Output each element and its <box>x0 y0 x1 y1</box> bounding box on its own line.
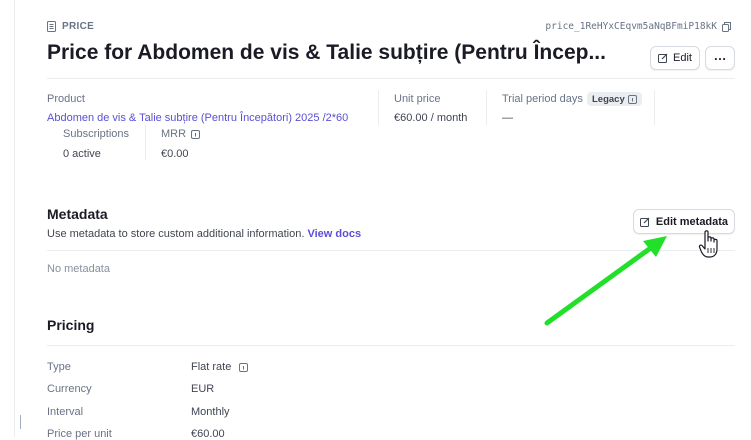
hand-cursor-icon <box>698 230 718 258</box>
arrow-shaft <box>544 244 655 326</box>
annotation-arrow <box>544 236 667 326</box>
